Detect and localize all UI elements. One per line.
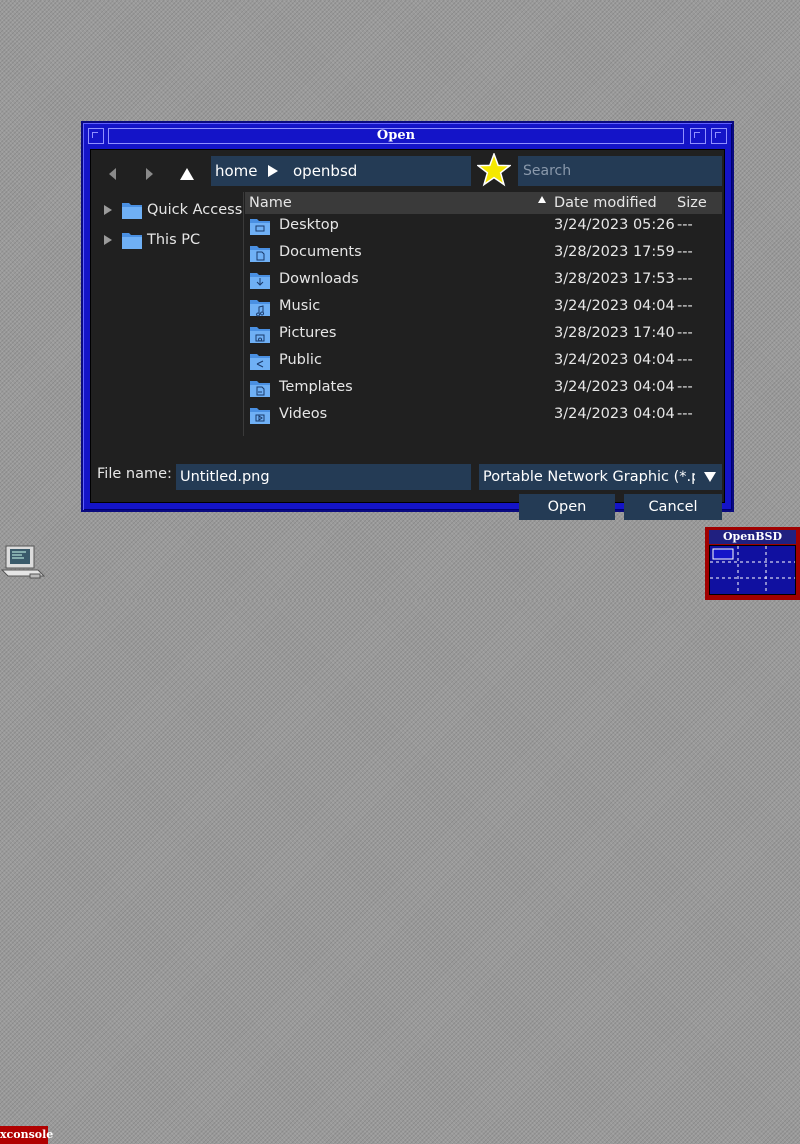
- size-cell: ---: [677, 325, 693, 341]
- table-row[interactable]: Videos 3/24/2023 04:04 ---: [245, 401, 722, 428]
- file-name-cell: Music: [279, 298, 321, 314]
- dialog-body: home openbsd Quick Access: [90, 149, 725, 520]
- chevron-down-icon[interactable]: [698, 464, 722, 490]
- file-type-select[interactable]: Portable Network Graphic (*.pr: [479, 464, 722, 490]
- folder-icon: [121, 230, 143, 258]
- date-modified-cell: 3/24/2023 04:04: [554, 298, 675, 314]
- back-button[interactable]: [103, 164, 123, 184]
- size-cell: ---: [677, 244, 693, 260]
- size-cell: ---: [677, 271, 693, 287]
- sidebar: Quick Access This PC: [97, 192, 243, 442]
- table-row[interactable]: Music 3/24/2023 04:04 ---: [245, 293, 722, 320]
- folder-icon: [121, 200, 143, 228]
- open-button[interactable]: Open: [519, 494, 615, 520]
- sidebar-item-quick-access[interactable]: Quick Access: [97, 198, 243, 222]
- window-title[interactable]: Open: [108, 128, 684, 144]
- table-row[interactable]: Public 3/24/2023 04:04 ---: [245, 347, 722, 374]
- xconsole-label: xconsole: [0, 1126, 53, 1144]
- pager-grid: [710, 546, 795, 594]
- size-cell: ---: [677, 352, 693, 368]
- table-row[interactable]: Downloads 3/28/2023 17:53 ---: [245, 266, 722, 293]
- forward-button[interactable]: [139, 164, 159, 184]
- date-modified-cell: 3/24/2023 04:04: [554, 406, 675, 422]
- expand-arrow-icon[interactable]: [103, 198, 113, 224]
- table-row[interactable]: Templates 3/24/2023 04:04 ---: [245, 374, 722, 401]
- file-name-cell: Downloads: [279, 271, 359, 287]
- file-list-header: Name Date modified Size: [245, 192, 722, 214]
- expand-arrow-icon[interactable]: [103, 228, 113, 254]
- open-dialog-window[interactable]: Open home openbsd Search Quick Access Th…: [81, 121, 734, 520]
- column-header-name[interactable]: Name: [249, 192, 292, 214]
- path-bar[interactable]: home openbsd: [211, 156, 471, 186]
- table-row[interactable]: Pictures 3/28/2023 17:40 ---: [245, 320, 722, 347]
- table-row[interactable]: Documents 3/28/2023 17:59 ---: [245, 239, 722, 266]
- bookmark-button[interactable]: [475, 151, 513, 187]
- date-modified-cell: 3/24/2023 04:04: [554, 352, 675, 368]
- date-modified-cell: 3/24/2023 05:26: [554, 217, 675, 233]
- up-arrow-icon: [180, 168, 194, 180]
- column-header-date[interactable]: Date modified: [554, 192, 657, 214]
- forward-arrow-icon: [146, 168, 153, 180]
- file-name-cell: Pictures: [279, 325, 337, 341]
- back-arrow-icon: [109, 168, 116, 180]
- path-separator-icon: [267, 156, 279, 189]
- cancel-button[interactable]: Cancel: [624, 494, 722, 520]
- file-name-cell: Templates: [279, 379, 353, 395]
- date-modified-cell: 3/24/2023 04:04: [554, 379, 675, 395]
- date-modified-cell: 3/28/2023 17:53: [554, 271, 675, 287]
- file-name-label: File name:: [97, 466, 172, 482]
- pager-title: OpenBSD: [709, 530, 796, 544]
- file-name-cell: Videos: [279, 406, 328, 422]
- file-type-value: Portable Network Graphic (*.pr: [483, 469, 695, 485]
- path-segment-openbsd[interactable]: openbsd: [293, 156, 357, 186]
- maximize-button[interactable]: [711, 128, 727, 144]
- computer-terminal-icon: [0, 545, 46, 579]
- size-cell: ---: [677, 217, 693, 233]
- file-name-cell: Desktop: [279, 217, 339, 233]
- date-modified-cell: 3/28/2023 17:40: [554, 325, 675, 341]
- sidebar-item-label: Quick Access: [147, 202, 243, 218]
- size-cell: ---: [677, 379, 693, 395]
- sidebar-item-label: This PC: [147, 232, 201, 248]
- star-icon: [475, 151, 513, 187]
- date-modified-cell: 3/28/2023 17:59: [554, 244, 675, 260]
- pager-workspaces[interactable]: [709, 545, 796, 595]
- sort-ascending-icon: [537, 192, 547, 214]
- file-name-cell: Documents: [279, 244, 362, 260]
- window-menu-button[interactable]: [88, 128, 104, 144]
- file-name-input[interactable]: [176, 464, 471, 490]
- sidebar-divider[interactable]: [243, 192, 244, 436]
- file-list[interactable]: Name Date modified Size Desktop 3/24/2023…: [245, 192, 722, 442]
- search-input[interactable]: [518, 156, 722, 186]
- desktop-pager[interactable]: OpenBSD: [705, 527, 800, 600]
- sidebar-item-this-pc[interactable]: This PC: [97, 228, 243, 252]
- table-row[interactable]: Desktop 3/24/2023 05:26 ---: [245, 212, 722, 239]
- file-name-cell: Public: [279, 352, 322, 368]
- size-cell: ---: [677, 406, 693, 422]
- size-cell: ---: [677, 298, 693, 314]
- path-segment-home[interactable]: home: [215, 156, 258, 186]
- up-button[interactable]: [177, 164, 197, 184]
- xconsole-launcher[interactable]: xconsole: [0, 544, 53, 1144]
- column-header-size[interactable]: Size: [677, 192, 707, 214]
- videos-folder-icon: [249, 405, 271, 435]
- iconify-button[interactable]: [690, 128, 706, 144]
